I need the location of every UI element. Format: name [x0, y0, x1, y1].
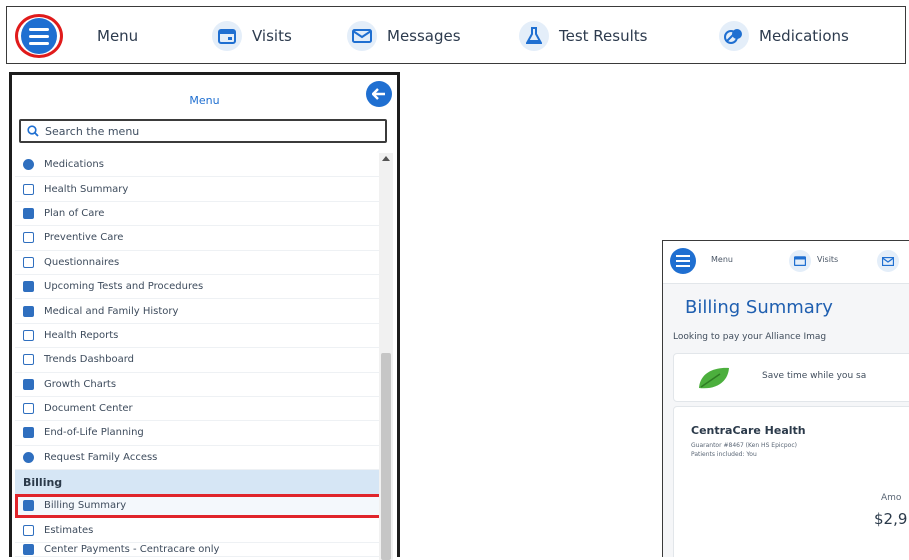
preview-nav-bar: Menu Visits	[663, 241, 909, 284]
menu-item-label: Request Family Access	[44, 451, 158, 463]
menu-item-label: Trends Dashboard	[44, 354, 135, 366]
scroll-up-arrow-icon[interactable]	[382, 156, 390, 161]
menu-item-center-payments[interactable]: Center Payments - Centracare only	[15, 543, 383, 557]
estimates-icon	[23, 524, 34, 536]
preview-menu-label: Menu	[711, 255, 733, 264]
menu-item-trends-dashboard[interactable]: Trends Dashboard	[15, 348, 383, 373]
account-card[interactable]: CentraCare Health Guarantor #8467 (Ken H…	[673, 406, 909, 557]
pills-icon	[23, 159, 34, 171]
flask-icon	[23, 281, 34, 293]
promo-text: Save time while you sa	[762, 371, 867, 381]
medications-nav-item[interactable]: Medications	[719, 7, 849, 65]
trends-icon	[23, 354, 34, 366]
menu-item-preventive-care[interactable]: Preventive Care	[15, 226, 383, 251]
menu-button[interactable]	[15, 14, 63, 58]
account-patients: Patients included: You	[691, 451, 757, 458]
menu-scrollbar[interactable]	[379, 153, 393, 560]
test-results-nav-item[interactable]: Test Results	[519, 7, 647, 65]
health-summary-icon	[23, 183, 34, 195]
menu-item-label: Preventive Care	[44, 232, 124, 244]
billing-summary-subtitle: Looking to pay your Alliance Imag	[673, 332, 827, 342]
visits-label: Visits	[252, 27, 292, 45]
top-navigation-bar: Menu Visits Messages Test Results Medica…	[6, 6, 906, 64]
menu-item-label: Billing Summary	[44, 500, 127, 512]
scrollbar-thumb[interactable]	[381, 353, 391, 560]
medications-label: Medications	[759, 27, 849, 45]
menu-item-end-of-life-planning[interactable]: End-of-Life Planning	[15, 421, 383, 446]
menu-item-label: Medical and Family History	[44, 305, 179, 317]
billing-summary-title: Billing Summary	[685, 297, 833, 318]
calendar-icon	[212, 21, 242, 51]
menu-nav-item[interactable]: Menu	[97, 7, 138, 65]
report-icon	[23, 329, 34, 341]
menu-item-request-family-access[interactable]: Request Family Access	[15, 446, 383, 471]
menu-label: Menu	[97, 27, 139, 45]
menu-item-label: Upcoming Tests and Procedures	[44, 281, 204, 293]
menu-item-label: Questionnaires	[44, 256, 120, 268]
menu-item-estimates[interactable]: Estimates	[15, 518, 383, 543]
menu-item-health-summary[interactable]: Health Summary	[15, 177, 383, 202]
menu-item-health-reports[interactable]: Health Reports	[15, 324, 383, 349]
menu-search-input[interactable]	[45, 124, 365, 138]
hamburger-icon[interactable]	[670, 248, 696, 274]
plan-of-care-icon	[23, 207, 34, 219]
document-icon	[23, 403, 34, 415]
menu-item-label: Health Summary	[44, 183, 129, 195]
amount-label: Amo	[881, 493, 902, 503]
messages-nav-item[interactable]: Messages	[347, 7, 461, 65]
menu-item-questionnaires[interactable]: Questionnaires	[15, 251, 383, 275]
hamburger-icon	[21, 18, 57, 54]
account-guarantor: Guarantor #8467 (Ken HS Epicpoc)	[691, 442, 797, 449]
preventive-care-icon	[23, 232, 34, 244]
menu-panel: Menu Medications Health Summary Plan of …	[9, 72, 400, 560]
account-organization: CentraCare Health	[691, 424, 806, 437]
menu-item-label: Growth Charts	[44, 378, 117, 390]
pills-icon	[719, 21, 749, 51]
menu-item-label: Center Payments - Centracare only	[44, 543, 220, 555]
menu-item-label: Estimates	[44, 524, 94, 536]
planning-icon	[23, 427, 34, 439]
leaf-icon	[696, 365, 732, 395]
menu-item-label: Medications	[44, 159, 104, 171]
menu-search-field[interactable]	[19, 119, 387, 143]
questionnaire-icon	[23, 256, 34, 268]
test-results-label: Test Results	[559, 27, 648, 45]
search-icon	[27, 122, 39, 141]
menu-item-plan-of-care[interactable]: Plan of Care	[15, 202, 383, 227]
menu-list: Medications Health Summary Plan of Care …	[15, 153, 383, 557]
payments-icon	[23, 543, 34, 555]
flask-icon	[519, 21, 549, 51]
amount-due-value: $2,9	[874, 510, 908, 528]
menu-item-growth-charts[interactable]: Growth Charts	[15, 373, 383, 397]
menu-item-medical-history[interactable]: Medical and Family History	[15, 299, 383, 324]
billing-card-icon	[23, 500, 34, 512]
envelope-icon	[347, 21, 377, 51]
calendar-icon[interactable]	[789, 250, 811, 272]
billing-section-heading: Billing	[15, 470, 383, 495]
family-access-icon	[23, 451, 34, 463]
menu-item-label: End-of-Life Planning	[44, 427, 144, 439]
history-icon	[23, 305, 34, 317]
billing-summary-preview: Menu Visits Billing Summary Looking to p…	[662, 240, 909, 557]
back-arrow-icon[interactable]	[366, 81, 392, 107]
paperless-promo-card[interactable]: Save time while you sa	[673, 353, 909, 402]
menu-item-label: Plan of Care	[44, 207, 105, 219]
menu-item-medications[interactable]: Medications	[15, 153, 383, 178]
messages-label: Messages	[387, 27, 461, 45]
growth-chart-icon	[23, 378, 34, 390]
envelope-icon[interactable]	[877, 250, 899, 272]
menu-item-billing-summary[interactable]: Billing Summary	[15, 494, 383, 519]
menu-panel-title: Menu	[189, 94, 220, 107]
preview-visits-label: Visits	[817, 255, 839, 264]
visits-nav-item[interactable]: Visits	[212, 7, 292, 65]
menu-item-label: Document Center	[44, 403, 133, 415]
menu-item-label: Health Reports	[44, 329, 119, 341]
menu-item-upcoming-tests[interactable]: Upcoming Tests and Procedures	[15, 275, 383, 300]
menu-item-document-center[interactable]: Document Center	[15, 397, 383, 422]
